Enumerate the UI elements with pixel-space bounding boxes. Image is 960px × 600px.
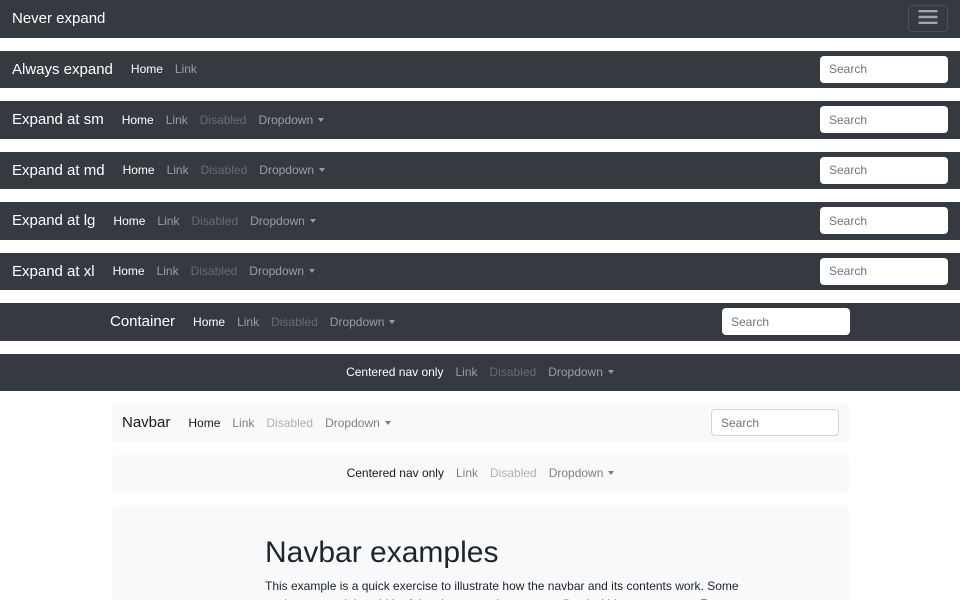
search-input[interactable] [820,207,948,234]
container: Navbar Home Link Disabled Dropdown Cente… [112,404,849,492]
nav-link-disabled: Disabled [484,466,543,480]
nav-link-centered-nav-only[interactable]: Centered nav only [341,466,450,480]
nav-link-disabled: Disabled [195,163,254,177]
navbar-nav: Home Link Disabled Dropdown [117,161,331,179]
nav-link-disabled: Disabled [185,264,244,278]
search-input[interactable] [820,106,948,133]
nav-link-link[interactable]: Link [226,416,260,430]
navbar-brand[interactable]: Navbar [122,414,170,431]
navbar-expand-md: Expand at md Home Link Disabled Dropdown [0,152,960,190]
navbar-nav: Home Link Disabled Dropdown [107,212,321,230]
nav-link-link[interactable]: Link [160,113,194,127]
nav-link-home[interactable]: Home [107,264,151,278]
nav-link-disabled: Disabled [185,214,244,228]
navbar-toggler-button[interactable] [908,5,948,32]
search-form [820,106,948,133]
navbar-never-expand: Never expand [0,0,960,38]
nav-link-dropdown[interactable]: Dropdown [243,264,321,278]
search-input[interactable] [820,258,948,285]
navbar-brand[interactable]: Expand at md [12,162,105,179]
navbar-centered-light: Centered nav only Link Disabled Dropdown [112,455,849,493]
nav-link-dropdown[interactable]: Dropdown [543,466,621,480]
caret-down-icon [319,168,325,172]
navbar-nav: Centered nav only Link Disabled Dropdown [340,363,620,381]
main-content: Navbar examples This example is a quick … [0,505,960,600]
nav-link-home[interactable]: Home [182,416,226,430]
intro-paragraph-line-1: This example is a quick exercise to illu… [265,577,705,595]
navbar-expand-lg: Expand at lg Home Link Disabled Dropdown [0,202,960,240]
nav-link-dropdown[interactable]: Dropdown [324,315,402,329]
nav-link-dropdown[interactable]: Dropdown [244,214,322,228]
nav-link-home[interactable]: Home [125,62,169,76]
navbar-nav: Home Link Disabled Dropdown [116,111,330,129]
search-input[interactable] [711,409,839,436]
caret-down-icon [608,370,614,374]
nav-link-dropdown[interactable]: Dropdown [252,113,330,127]
nav-link-home[interactable]: Home [187,315,231,329]
search-form [711,409,839,436]
nav-link-dropdown[interactable]: Dropdown [319,416,397,430]
jumbotron: Navbar examples This example is a quick … [112,505,849,600]
nav-link-home[interactable]: Home [107,214,151,228]
nav-link-centered-nav-only[interactable]: Centered nav only [340,365,449,379]
nav-link-disabled: Disabled [260,416,319,430]
search-form [820,157,948,184]
caret-down-icon [389,320,395,324]
nav-link-dropdown[interactable]: Dropdown [542,365,620,379]
nav-link-link[interactable]: Link [169,62,203,76]
nav-link-home[interactable]: Home [116,113,160,127]
caret-down-icon [309,269,315,273]
nav-link-link[interactable]: Link [151,214,185,228]
navbar-expand-xl: Expand at xl Home Link Disabled Dropdown [0,253,960,291]
navbar-centered-dark: Centered nav only Link Disabled Dropdown [0,354,960,392]
navbar-brand[interactable]: Container [110,313,175,330]
navbar-brand[interactable]: Expand at xl [12,263,95,280]
navbar-brand[interactable]: Expand at lg [12,212,95,229]
navbar-centered-inner: Centered nav only Link Disabled Dropdown [122,455,839,493]
search-form [820,207,948,234]
nav-link-link[interactable]: Link [231,315,265,329]
nav-link-dropdown[interactable]: Dropdown [253,163,331,177]
navbar-expand-sm: Expand at sm Home Link Disabled Dropdown [0,101,960,139]
caret-down-icon [385,421,391,425]
nav-link-link[interactable]: Link [151,264,185,278]
navbar-container-inner: Container Home Link Disabled Dropdown [110,303,850,341]
navbar-container: Container Home Link Disabled Dropdown [0,303,960,341]
search-input[interactable] [820,56,948,83]
navbar-nav: Home Link [125,60,203,78]
navbar-always-expand: Always expand Home Link [0,51,960,89]
nav-link-link[interactable]: Link [161,163,195,177]
search-form [820,258,948,285]
navbar-brand[interactable]: Expand at sm [12,111,104,128]
navbar-centered-inner: Centered nav only Link Disabled Dropdown [0,354,960,392]
nav-link-disabled: Disabled [265,315,324,329]
navbar-nav: Home Link Disabled Dropdown [107,262,321,280]
navbar-nav: Centered nav only Link Disabled Dropdown [341,464,621,482]
nav-link-home[interactable]: Home [117,163,161,177]
hamburger-icon [918,9,938,28]
search-input[interactable] [722,308,850,335]
caret-down-icon [310,219,316,223]
page-title: Navbar examples [265,535,705,571]
nav-link-link[interactable]: Link [450,466,484,480]
caret-down-icon [318,118,324,122]
navbar-brand[interactable]: Never expand [12,10,105,27]
jumbotron-inner: Navbar examples This example is a quick … [265,505,705,600]
nav-link-disabled: Disabled [194,113,253,127]
search-input[interactable] [820,157,948,184]
intro-paragraph-line-2: navbars extend the width of the viewport… [265,595,705,600]
search-form [722,308,850,335]
navbar-nav: Home Link Disabled Dropdown [187,313,401,331]
nav-link-link[interactable]: Link [449,365,483,379]
navbar-nav: Home Link Disabled Dropdown [182,414,396,432]
caret-down-icon [608,471,614,475]
navbar-brand[interactable]: Always expand [12,61,113,78]
nav-link-disabled: Disabled [484,365,543,379]
search-form [820,56,948,83]
navbar-light: Navbar Home Link Disabled Dropdown [112,404,849,442]
